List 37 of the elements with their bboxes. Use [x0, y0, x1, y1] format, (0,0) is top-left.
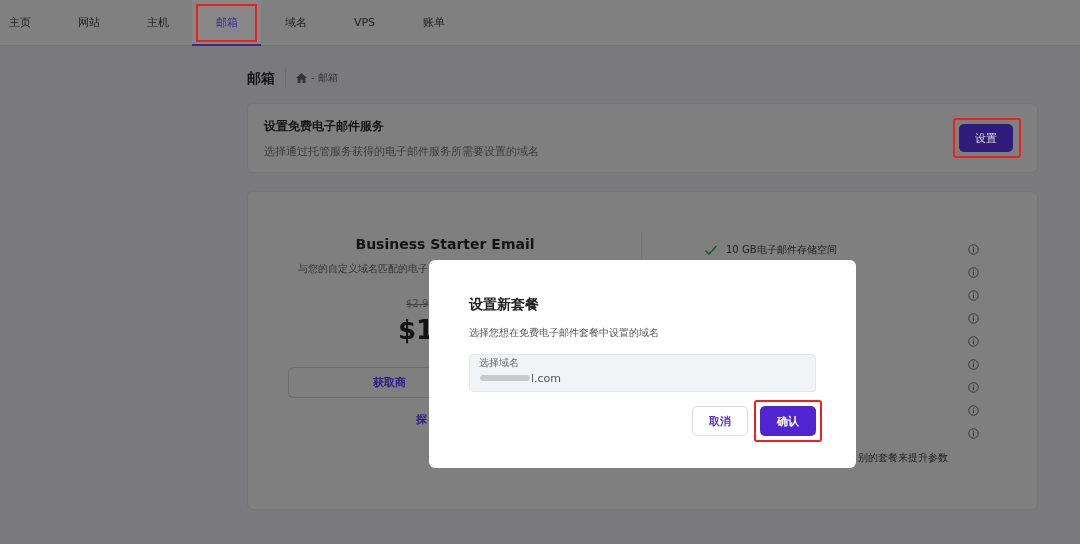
get-plan-button[interactable]: 获取商: [288, 367, 430, 398]
field-label: 选择域名: [478, 356, 520, 370]
feature-text: 10 GB电子邮件存储空间: [726, 242, 838, 257]
info-icon[interactable]: [968, 336, 979, 347]
nav-tab[interactable]: 域名: [261, 0, 330, 46]
info-icon[interactable]: [968, 382, 979, 393]
info-icon[interactable]: [968, 267, 979, 278]
nav-tab[interactable]: 主页: [0, 0, 54, 46]
home-icon[interactable]: [296, 73, 307, 83]
field-value: l.com: [531, 371, 562, 385]
plan-footnote: 别的套餐来提升参数: [858, 451, 949, 465]
dialog-description: 选择您想在免费电子邮件套餐中设置的域名: [469, 326, 660, 340]
explore-link[interactable]: 探: [416, 412, 427, 427]
info-icon[interactable]: [968, 313, 979, 324]
info-icon[interactable]: [968, 244, 979, 255]
nav-tab[interactable]: VPS: [330, 0, 399, 46]
dialog-title: 设置新套餐: [469, 296, 540, 314]
info-icon[interactable]: [968, 359, 979, 370]
info-icon[interactable]: [968, 428, 979, 439]
domain-select[interactable]: 选择域名 l.com: [469, 354, 816, 392]
breadcrumb-link[interactable]: - 邮箱: [311, 71, 338, 85]
plan-price: $1: [398, 314, 435, 347]
nav-tab[interactable]: 邮箱: [192, 0, 261, 46]
info-icon[interactable]: [968, 290, 979, 301]
plan-description: 与您的自定义域名匹配的电子: [298, 262, 429, 276]
redaction-blur: [480, 373, 530, 383]
card-title: 设置免费电子邮件服务: [264, 117, 385, 135]
nav-tab[interactable]: 账单: [399, 0, 468, 46]
confirm-button[interactable]: 确认: [760, 406, 816, 436]
plan-name: Business Starter Email: [354, 236, 536, 252]
old-price: $2.9: [406, 298, 429, 309]
nav-tab[interactable]: 主机: [123, 0, 192, 46]
page-title: 邮箱: [247, 68, 286, 88]
nav-tab[interactable]: 网站: [54, 0, 123, 46]
setup-button[interactable]: 设置: [959, 124, 1013, 152]
info-icon[interactable]: [968, 405, 979, 416]
cancel-button[interactable]: 取消: [692, 406, 748, 436]
